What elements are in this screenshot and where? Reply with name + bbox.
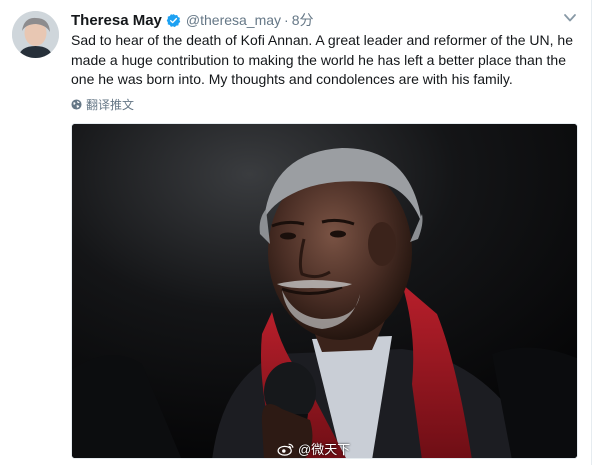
- translate-tweet-link[interactable]: 翻译推文: [71, 96, 134, 113]
- avatar[interactable]: [12, 11, 59, 58]
- author-name[interactable]: Theresa May: [71, 12, 162, 29]
- tweet-header: Theresa May @theresa_may · 8分: [71, 10, 314, 30]
- translate-label: 翻译推文: [86, 98, 135, 112]
- tweet-card[interactable]: Theresa May @theresa_may · 8分 Sad to hea…: [0, 0, 592, 465]
- weibo-logo-icon: [277, 443, 294, 456]
- chevron-down-icon[interactable]: [563, 12, 577, 24]
- avatar-image: [12, 11, 59, 58]
- watermark-text: @微天下: [298, 442, 351, 457]
- tweet-photo[interactable]: [71, 123, 578, 459]
- verified-badge-icon: [166, 13, 181, 27]
- weibo-watermark: @微天下: [277, 439, 350, 458]
- globe-icon: [71, 99, 82, 110]
- author-handle[interactable]: @theresa_may: [186, 12, 281, 28]
- separator-dot: ·: [284, 12, 289, 28]
- photo-image: [72, 124, 577, 458]
- tweet-timestamp[interactable]: 8分: [292, 10, 314, 30]
- tweet-text: Sad to hear of the death of Kofi Annan. …: [71, 32, 573, 87]
